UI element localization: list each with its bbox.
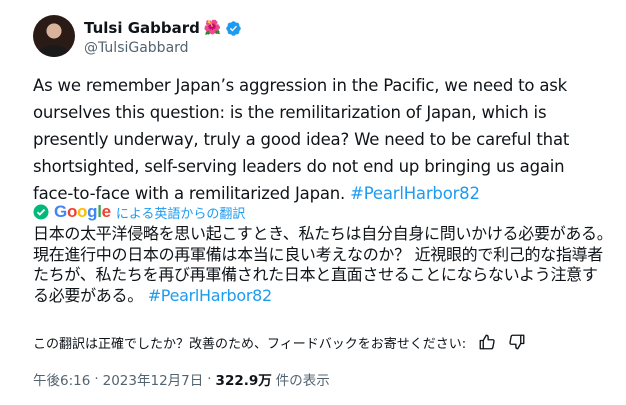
thumbs-down-icon[interactable] <box>508 333 526 351</box>
google-logo: Google <box>54 202 111 221</box>
author-name[interactable]: Tulsi Gabbard <box>84 19 200 37</box>
translation-label[interactable]: による英語からの翻訳 <box>116 203 246 222</box>
check-circle-icon <box>33 204 49 220</box>
author-name-row[interactable]: Tulsi Gabbard 🌺 <box>84 18 242 38</box>
tweet-header: Tulsi Gabbard 🌺 @TulsiGabbard <box>33 15 603 63</box>
translation-feedback: この翻訳は正確でしたか？改善のため、フィードバックをお寄せください: <box>33 332 526 352</box>
meta-separator: · <box>94 371 99 387</box>
tweet-text: As we remember Japan’s aggression in the… <box>33 72 608 207</box>
tweet-date[interactable]: 2023年12月7日 <box>103 369 204 389</box>
views-count: 322.9万 <box>215 373 272 389</box>
thumbs-up-icon[interactable] <box>478 333 496 351</box>
verified-badge-icon <box>226 20 242 36</box>
hashtag-link[interactable]: #PearlHarbor82 <box>350 184 480 203</box>
translation-attribution: Google による英語からの翻訳 <box>33 201 245 223</box>
tweet-body: As we remember Japan’s aggression in the… <box>33 76 570 203</box>
translated-body: 日本の太平洋侵略を思い起こすとき、私たちは自分自身に問いかける必要がある。現在進… <box>33 224 613 305</box>
meta-separator-2: · <box>207 371 212 387</box>
tweet-meta: 午後6:16 · 2023年12月7日 · 322.9万 件の表示 <box>33 369 330 389</box>
avatar[interactable] <box>33 15 75 57</box>
views-label: 件の表示 <box>275 373 330 389</box>
tweet-time[interactable]: 午後6:16 <box>33 369 90 389</box>
feedback-prompt: この翻訳は正確でしたか？改善のため、フィードバックをお寄せください: <box>33 336 467 352</box>
author-handle[interactable]: @TulsiGabbard <box>84 40 189 56</box>
translated-hashtag-link[interactable]: #PearlHarbor82 <box>148 286 273 305</box>
hibiscus-emoji: 🌺 <box>203 20 222 36</box>
translated-text: 日本の太平洋侵略を思い起こすとき、私たちは自分自身に問いかける必要がある。現在進… <box>33 224 613 306</box>
